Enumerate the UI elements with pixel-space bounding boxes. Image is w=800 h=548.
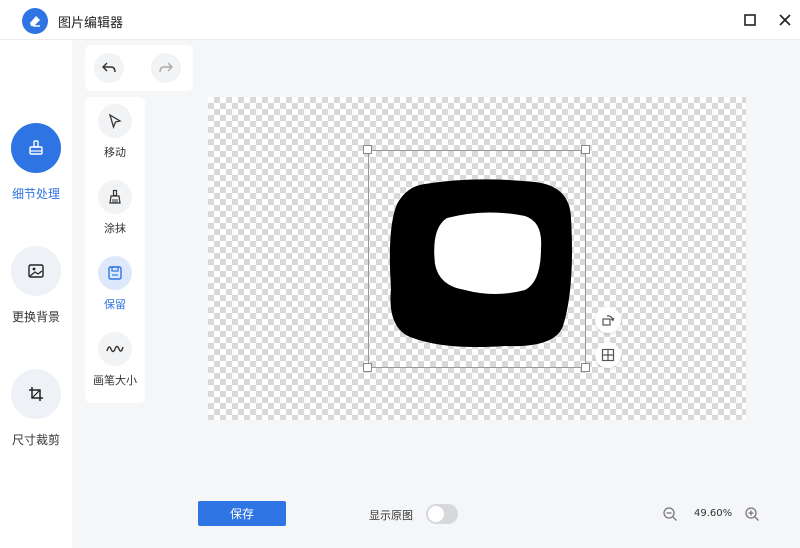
rotate-icon [602, 315, 615, 326]
save-box-icon [108, 266, 122, 280]
undo-button[interactable] [94, 53, 124, 83]
brush-tool-move[interactable]: 移动 [85, 104, 145, 160]
zoom-in-button[interactable] [743, 505, 761, 523]
brush-tool-panel: 移动 涂抹 保留 画笔大小 [85, 97, 145, 403]
brush-tool-label: 保留 [104, 298, 126, 311]
maximize-button[interactable] [740, 10, 760, 30]
rotate-button[interactable] [595, 307, 621, 333]
zoom-out-button[interactable] [661, 505, 679, 523]
brush-tool-label: 画笔大小 [93, 374, 137, 387]
redo-button[interactable] [151, 53, 181, 83]
resize-handle-top-left[interactable] [363, 145, 372, 154]
brush-tool-keep[interactable]: 保留 [85, 256, 145, 312]
tool-label: 尺寸裁剪 [11, 433, 60, 447]
tool-label: 细节处理 [11, 187, 60, 201]
grid-button[interactable] [595, 342, 621, 368]
zoom-level: 49.60% [694, 508, 733, 519]
toggle-knob [428, 506, 444, 522]
selection-box[interactable] [368, 150, 586, 368]
maximize-icon [744, 14, 756, 26]
resize-handle-top-right[interactable] [581, 145, 590, 154]
eraser-logo-icon [22, 8, 48, 34]
brush-tool-smear[interactable]: 涂抹 [85, 180, 145, 236]
close-icon [779, 14, 791, 26]
save-button[interactable]: 保存 [198, 501, 286, 526]
brush-tool-size[interactable]: 画笔大小 [85, 332, 145, 388]
resize-handle-bottom-right[interactable] [581, 363, 590, 372]
brush-icon [29, 140, 43, 155]
history-panel [85, 45, 193, 91]
app-title: 图片编辑器 [58, 16, 124, 31]
grid-icon [601, 348, 615, 362]
title-bar: 图片编辑器 [0, 0, 800, 40]
squiggle-icon [106, 345, 124, 353]
image-icon [28, 264, 44, 278]
resize-handle-bottom-left[interactable] [363, 363, 372, 372]
close-button[interactable] [775, 10, 795, 30]
tool-label: 更换背景 [11, 310, 60, 324]
redo-icon [159, 62, 173, 73]
brush-tool-label: 涂抹 [104, 222, 126, 235]
show-original-toggle[interactable] [426, 504, 458, 524]
zoom-in-icon [745, 507, 759, 521]
undo-icon [102, 62, 116, 73]
cursor-icon [108, 113, 122, 129]
zoom-out-icon [663, 507, 677, 521]
tool-size-crop[interactable]: 尺寸裁剪 [0, 369, 72, 448]
tool-detail-processing[interactable]: 细节处理 [0, 123, 72, 202]
show-original-label: 显示原图 [369, 509, 413, 522]
left-tool-panel: 细节处理 更换背景 尺寸裁剪 [0, 40, 72, 548]
brush-tool-label: 移动 [104, 146, 126, 159]
tool-change-background[interactable]: 更换背景 [0, 246, 72, 325]
broom-icon [109, 189, 121, 204]
crop-icon [29, 387, 43, 401]
